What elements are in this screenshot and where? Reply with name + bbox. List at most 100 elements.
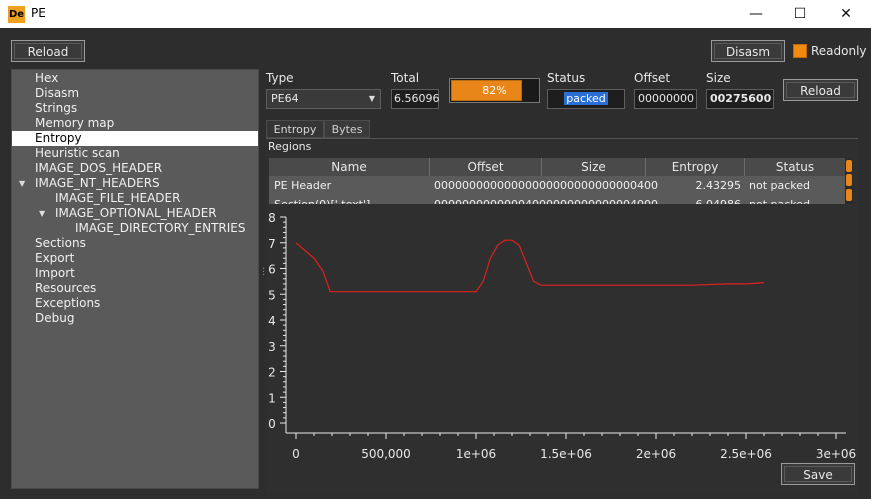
type-label: Type [266,71,294,85]
tree-item-label: IMAGE_NT_HEADERS [35,176,160,190]
scroll-up-icon[interactable] [846,160,852,172]
y-tick-label: 8 [268,211,276,225]
scroll-down-icon[interactable] [846,189,852,201]
tab-bytes[interactable]: Bytes [324,120,370,138]
disasm-button[interactable]: Disasm [711,40,785,62]
y-tick-label: 1 [268,391,276,405]
expand-arrow-icon[interactable]: ▼ [39,206,45,221]
tree-item[interactable]: Hex [12,71,258,86]
column-header-entropy[interactable]: Entropy [646,158,745,176]
cell-status: not packed [745,196,845,204]
readonly-checkbox[interactable] [793,44,807,58]
save-button[interactable]: Save [781,463,855,485]
reload-button-left[interactable]: Reload [11,40,85,62]
column-header-size[interactable]: Size [542,158,646,176]
total-value: 6.56096 [394,92,440,105]
status-field: packed [547,89,625,109]
regions-label: Regions [268,140,312,153]
tree-item[interactable]: Entropy [12,131,258,146]
cell-status: not packed [749,179,811,192]
app-logo-icon: De [8,6,25,23]
navigation-tree: Hex Disasm Strings Memory map Entropy Heurist… [11,69,259,489]
offset-value: 00000000 [638,92,694,105]
tree-item-label: Export [35,251,75,265]
entropy-chart: 0 1 2 3 4 5 6 7 8 0 500,000 1e+06 1.5e+06 2e+06 2.5e+0… [268,211,856,461]
column-header-name[interactable]: Name [269,158,430,176]
column-header-offset[interactable]: Offset [430,158,542,176]
cell-entropy: 2.43295 [695,179,742,192]
tree-item-label: Heuristic scan [35,146,120,160]
tree-item-label: Import [35,266,75,280]
size-field[interactable]: 00275600 [706,89,774,109]
tree-item-label: Disasm [35,86,80,100]
tree-item[interactable]: Export [12,251,258,266]
tree-item-label: Resources [35,281,97,295]
close-button[interactable]: ✕ [823,0,869,28]
tree-item[interactable]: Disasm [12,86,258,101]
tree-item-label: Entropy [35,131,82,145]
tree-item[interactable]: IMAGE_DIRECTORY_ENTRIES [12,221,258,236]
x-tick-label: 3e+06 [816,447,856,461]
x-tick-label: 0 [292,447,300,461]
tree-item[interactable]: Heuristic scan [12,146,258,161]
cell-name: Section(0)['.text'] [270,196,430,204]
tree-item[interactable]: ▼ IMAGE_NT_HEADERS [12,176,258,191]
cell-size: 0000000000004000 [542,196,658,204]
type-value: PE64 [271,92,299,105]
tree-item-label: Hex [35,71,59,85]
x-tick-label: 500,000 [361,447,411,461]
reload-label: Reload [27,45,69,59]
tree-item[interactable]: IMAGE_FILE_HEADER [12,191,258,206]
cell-offset: 0000000000000000 [434,179,546,192]
tab-entropy[interactable]: Entropy [266,120,324,138]
status-label: Status [547,71,586,85]
offset-field[interactable]: 00000000 [634,89,697,109]
tree-item[interactable]: IMAGE_DOS_HEADER [12,161,258,176]
entropy-series-line [295,239,765,293]
cell-name: PE Header [274,179,332,192]
total-field: 6.56096 [391,89,440,109]
total-label: Total [391,71,420,85]
cell-offset: 0000000000000400 [430,196,546,204]
tree-item-label: IMAGE_FILE_HEADER [55,191,181,205]
tree-item-label: Debug [35,311,75,325]
x-tick-label: 2e+06 [636,447,676,461]
x-tick-label: 2.5e+06 [720,447,772,461]
type-select[interactable]: PE64 ▼ [266,89,381,109]
window-title: PE [31,6,46,20]
expand-arrow-icon[interactable]: ▼ [19,176,25,191]
tree-item[interactable]: Import [12,266,258,281]
y-tick-label: 2 [268,366,276,380]
column-header-status[interactable]: Status [745,158,845,176]
tree-item[interactable]: Memory map [12,116,258,131]
reload-button-right[interactable]: Reload [783,79,858,101]
title-bar: De PE — ☐ ✕ [0,0,871,28]
readonly-label: Readonly [811,44,867,58]
tree-item[interactable]: ▼ IMAGE_OPTIONAL_HEADER [12,206,258,221]
table-row[interactable]: Section(0)['.text'] 0000000000000400 000… [269,196,845,204]
y-tick-label: 6 [268,263,276,277]
y-tick-label: 3 [268,340,276,354]
tree-item[interactable]: Exceptions [12,296,258,311]
tree-item[interactable]: Strings [12,101,258,116]
status-value: packed [564,92,608,105]
save-label: Save [803,468,833,482]
maximize-button[interactable]: ☐ [777,0,823,28]
table-row[interactable]: PE Header 0000000000000000 0000000000000… [269,177,845,195]
progress-text: 82% [482,84,507,97]
tree-item-label: Memory map [35,116,115,130]
tree-item-label: IMAGE_DIRECTORY_ENTRIES [75,221,246,235]
chevron-down-icon: ▼ [368,94,375,103]
scroll-thumb[interactable] [846,174,852,186]
tree-item-label: Strings [35,101,78,115]
tree-item[interactable]: Debug [12,311,258,326]
minimize-button[interactable]: — [733,0,779,28]
tree-item[interactable]: Resources [12,281,258,296]
size-value: 00275600 [710,92,772,105]
reload-label: Reload [800,84,841,98]
table-scrollbar[interactable] [845,158,853,204]
tree-item[interactable]: Sections [12,236,258,251]
size-label: Size [706,71,731,85]
tree-item-label: Exceptions [35,296,101,310]
splitter-handle-icon[interactable]: · · · [262,265,265,281]
